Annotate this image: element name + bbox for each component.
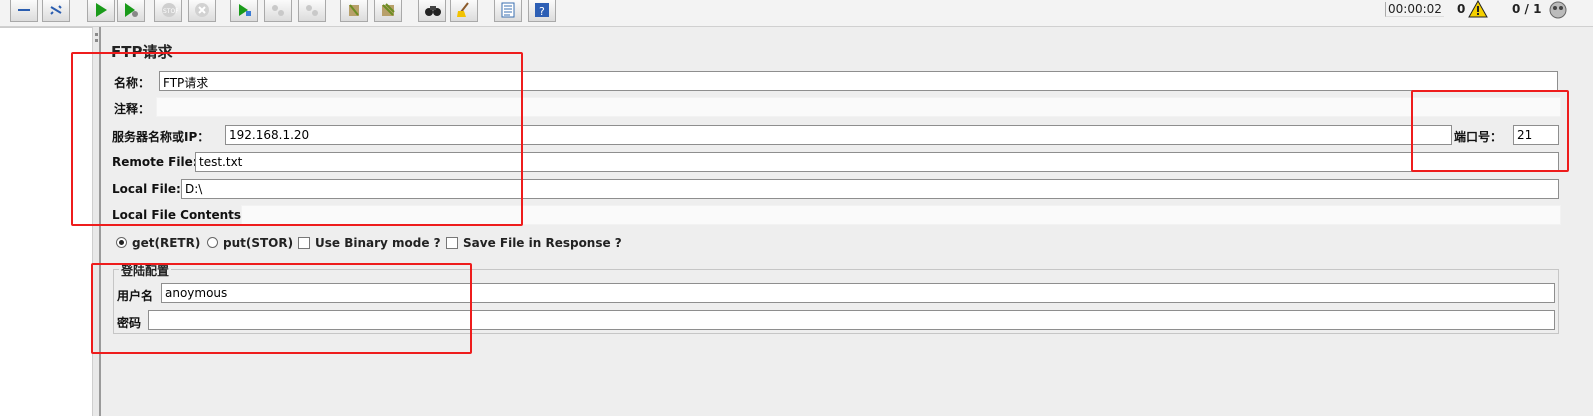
password-label: 密码 <box>117 316 142 330</box>
svg-text:STOP: STOP <box>163 8 178 15</box>
start-icon[interactable] <box>87 0 115 22</box>
put-radio[interactable] <box>207 237 218 248</box>
help-icon[interactable]: ? <box>528 0 556 22</box>
server-label: 服务器名称或IP： <box>112 130 210 144</box>
clear-icon[interactable] <box>340 0 368 22</box>
error-count: 0 <box>1457 2 1466 16</box>
elapsed-timer: 00:00:02 <box>1385 2 1444 17</box>
toolbar: STOP ? 00:00:02 0 0 / 1 <box>0 0 1593 27</box>
warning-icon[interactable] <box>1468 0 1488 21</box>
name-label: 名称： <box>114 76 151 90</box>
remote-file-input[interactable]: test.txt <box>195 152 1559 172</box>
local-file-contents-input[interactable] <box>241 205 1561 225</box>
remote-stop-icon[interactable] <box>264 0 292 22</box>
username-input[interactable]: anoymous <box>161 283 1555 303</box>
remote-status-icon <box>1549 1 1567 22</box>
search-icon[interactable] <box>418 0 446 22</box>
ftp-request-panel: FTP请求 名称： FTP请求 注释： 服务器名称或IP： 192.168.1.… <box>101 27 1593 416</box>
save-response-checkbox[interactable] <box>446 237 458 249</box>
remote-shutdown-icon[interactable] <box>298 0 326 22</box>
comment-input[interactable] <box>156 97 1561 117</box>
shutdown-icon[interactable] <box>188 0 216 22</box>
binary-mode-checkbox[interactable] <box>298 237 310 249</box>
collapse-icon[interactable] <box>10 0 38 22</box>
username-label: 用户名 <box>117 289 154 303</box>
page-title: FTP请求 <box>111 43 173 61</box>
local-file-contents-label: Local File Contents: <box>112 208 246 222</box>
get-radio-label[interactable]: get(RETR) <box>132 236 200 250</box>
test-plan-tree[interactable] <box>0 27 92 417</box>
server-input[interactable]: 192.168.1.20 <box>225 125 1452 145</box>
local-file-label: Local File: <box>112 182 181 196</box>
comment-label: 注释： <box>114 102 151 116</box>
function-helper-icon[interactable] <box>494 0 522 22</box>
binary-mode-label[interactable]: Use Binary mode ? <box>315 236 441 250</box>
password-input[interactable] <box>148 310 1555 330</box>
toggle-icon[interactable] <box>42 0 70 22</box>
local-file-input[interactable]: D:\ <box>181 179 1559 199</box>
port-input[interactable]: 21 <box>1513 125 1559 145</box>
start-no-pause-icon[interactable] <box>117 0 145 22</box>
remote-file-label: Remote File: <box>112 155 198 169</box>
stop-icon[interactable]: STOP <box>154 0 182 22</box>
reset-search-icon[interactable] <box>450 0 478 22</box>
remote-start-icon[interactable] <box>230 0 258 22</box>
splitter-grip <box>95 39 98 42</box>
port-label: 端口号： <box>1454 130 1503 144</box>
clear-all-icon[interactable] <box>374 0 402 22</box>
svg-text:?: ? <box>539 5 545 18</box>
splitter-grip <box>95 33 98 36</box>
splitter[interactable] <box>92 27 101 416</box>
login-config-title: 登陆配置 <box>119 262 172 279</box>
put-radio-label[interactable]: put(STOR) <box>223 236 293 250</box>
name-input[interactable]: FTP请求 <box>159 71 1558 91</box>
thread-count: 0 / 1 <box>1512 2 1542 16</box>
save-response-label[interactable]: Save File in Response ? <box>463 236 622 250</box>
get-radio[interactable] <box>116 237 127 248</box>
